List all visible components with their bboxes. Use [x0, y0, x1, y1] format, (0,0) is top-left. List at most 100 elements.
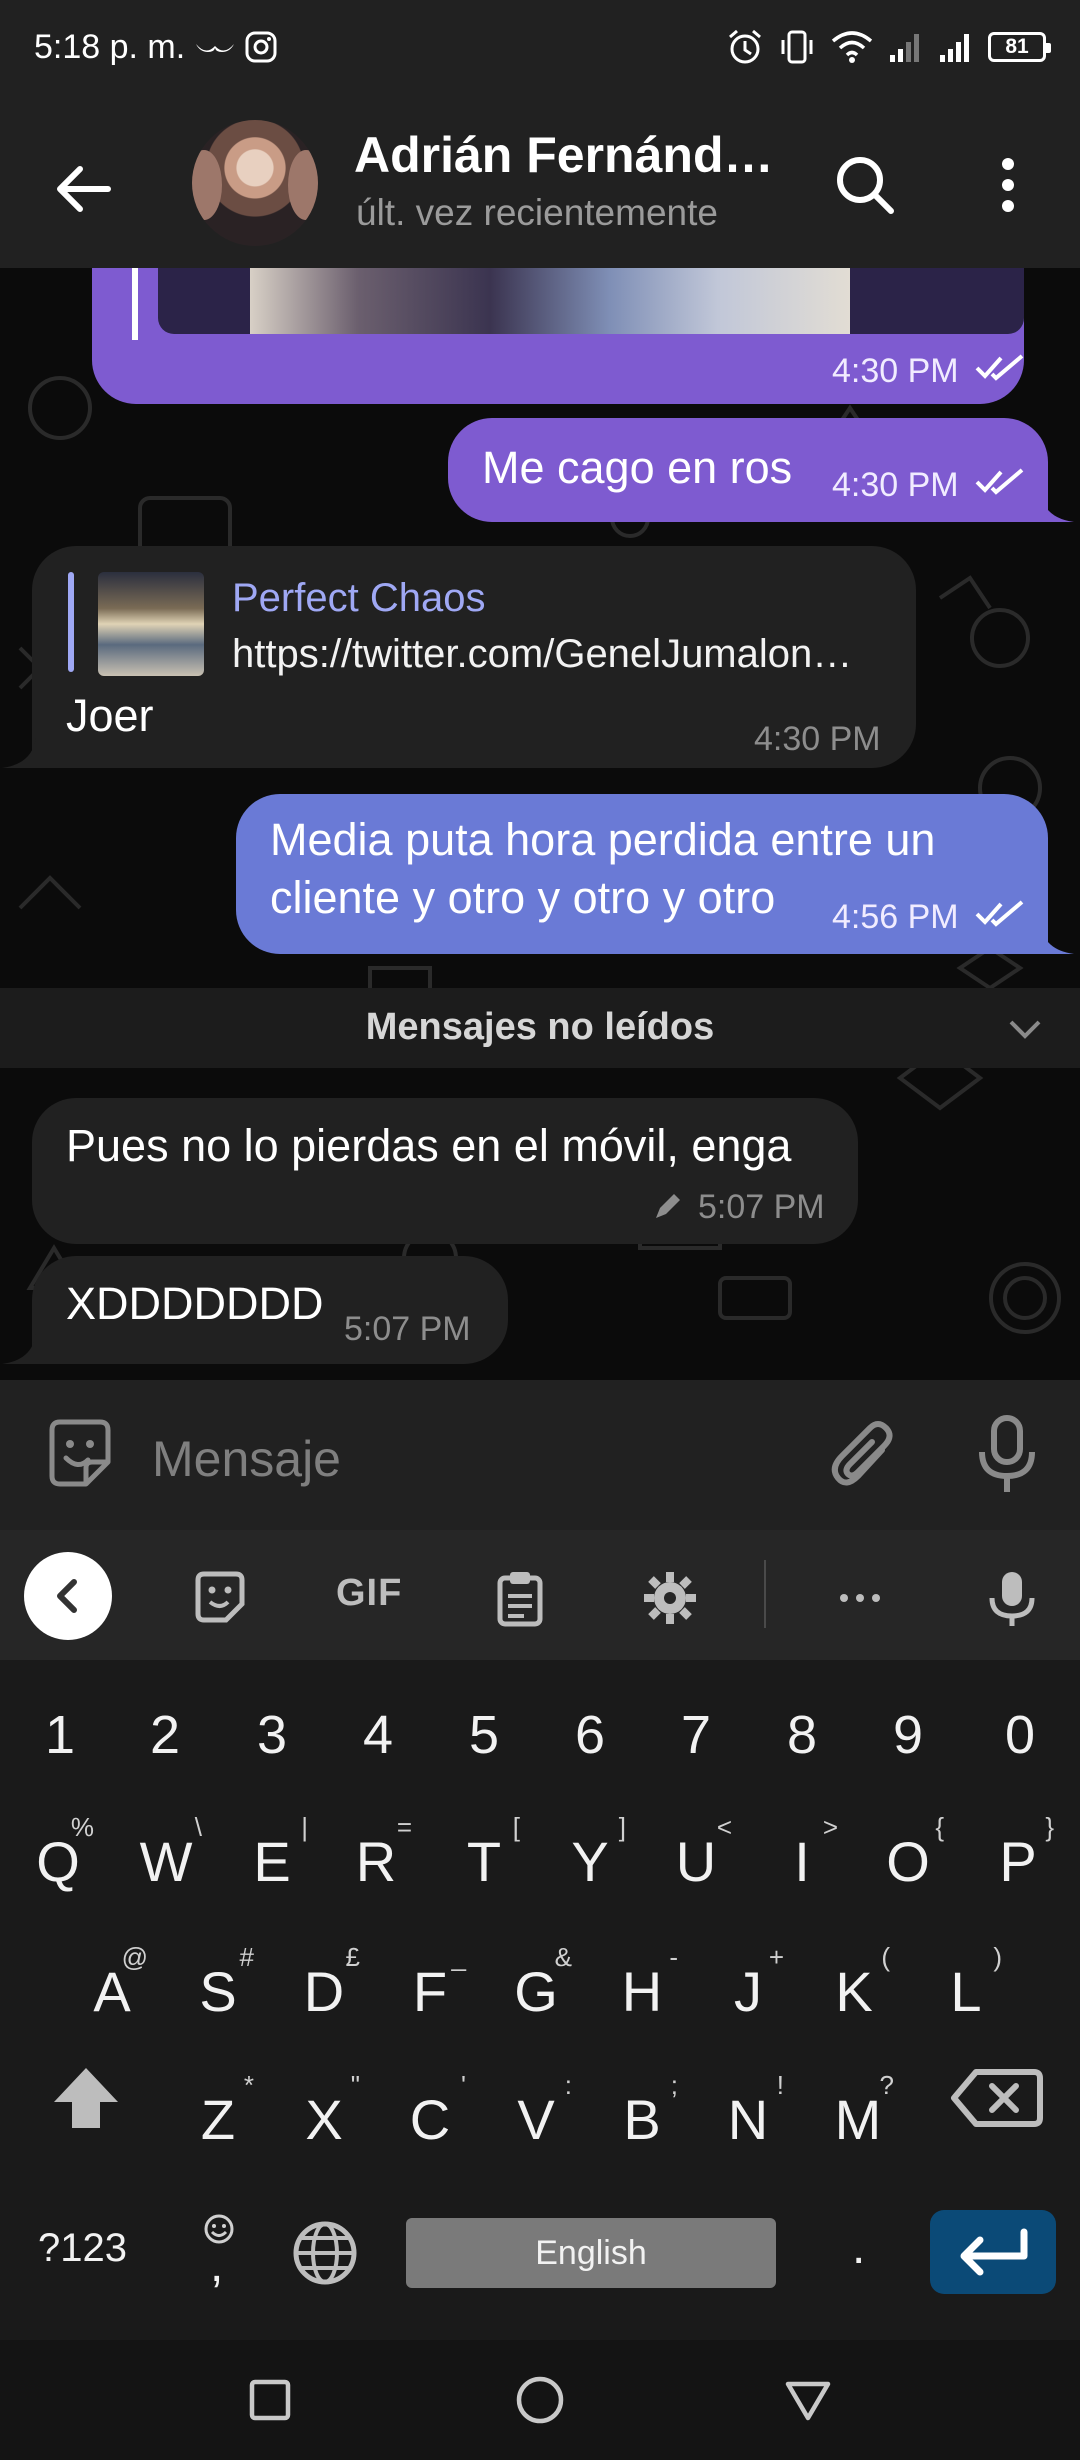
key-u[interactable]: U < — [646, 1806, 746, 1916]
key-secondary: { — [935, 1812, 944, 1842]
key-1[interactable]: 1 — [10, 1680, 110, 1790]
key-6[interactable]: 6 — [540, 1680, 640, 1790]
key-secondary: " — [350, 2070, 360, 2100]
key-2[interactable]: 2 — [115, 1680, 215, 1790]
status-bar: 5:18 p. m. 81 — [0, 0, 1080, 100]
symbols-key[interactable]: ?123 — [38, 2226, 127, 2271]
edited-pencil-icon — [656, 1194, 680, 1218]
key-secondary: ) — [993, 1942, 1002, 1972]
voice-input-icon[interactable] — [982, 1568, 1042, 1628]
message-bubble-incoming[interactable]: Perfect Chaos https://twitter.com/GenelJ… — [32, 546, 916, 768]
message-list[interactable]: 4:30 PM Me cago en ros 4:30 PM Perfect C… — [0, 268, 1080, 1380]
period-key[interactable]: . — [852, 2220, 865, 2275]
key-3[interactable]: 3 — [222, 1680, 322, 1790]
message-bubble-outgoing[interactable]: Me cago en ros 4:30 PM — [448, 418, 1048, 522]
key-n[interactable]: N! — [698, 2064, 798, 2174]
space-key[interactable]: English — [406, 2218, 776, 2288]
key-label: 1 — [44, 1705, 76, 1765]
enter-key[interactable] — [930, 2210, 1056, 2294]
key-o[interactable]: O{ — [858, 1806, 958, 1916]
key-secondary: _ — [451, 1942, 466, 1972]
key-k[interactable]: K( — [804, 1936, 904, 2046]
link-preview-bar — [68, 572, 74, 672]
signal-icon — [890, 34, 919, 62]
link-preview-thumbnail[interactable] — [98, 572, 204, 676]
back-triangle-icon[interactable] — [778, 2370, 838, 2430]
key-label: 7 — [680, 1705, 712, 1765]
key-j[interactable]: J + — [698, 1936, 798, 2046]
key-s[interactable]: S # — [168, 1936, 268, 2046]
key-p[interactable]: P} — [968, 1806, 1068, 1916]
keyboard-collapse-button[interactable] — [24, 1552, 112, 1640]
key-w[interactable]: W \ — [116, 1806, 216, 1916]
more-vert-icon[interactable] — [976, 150, 1040, 220]
key-8[interactable]: 8 — [752, 1680, 852, 1790]
backspace-icon[interactable] — [946, 2058, 1046, 2138]
key-x[interactable]: X " — [274, 2064, 374, 2174]
message-bubble-outgoing[interactable]: Media puta hora perdida entre un cliente… — [236, 794, 1048, 954]
key-label: 8 — [786, 1705, 818, 1765]
avatar[interactable] — [192, 120, 318, 246]
shift-icon[interactable] — [46, 2058, 126, 2138]
key-d[interactable]: D £ — [274, 1936, 374, 2046]
message-bubble-incoming[interactable]: XDDDDDDD 5:07 PM — [32, 1256, 508, 1364]
chat-title[interactable]: Adrián Fernánd… — [354, 126, 773, 184]
back-arrow-icon[interactable] — [48, 154, 118, 224]
chat-header: Adrián Fernánd… últ. vez recientemente — [0, 100, 1080, 268]
key-secondary: * — [243, 2070, 254, 2100]
key-label: Y — [571, 1829, 609, 1893]
more-horiz-icon[interactable] — [830, 1568, 890, 1628]
key-7[interactable]: 7 — [646, 1680, 746, 1790]
key-i[interactable]: I > — [752, 1806, 852, 1916]
attach-paperclip-icon[interactable] — [826, 1416, 902, 1496]
key-a[interactable]: A @ — [62, 1936, 162, 2046]
wifi-icon — [831, 31, 873, 63]
key-f[interactable]: F _ — [380, 1936, 480, 2046]
bubble-tail-icon — [2, 738, 36, 768]
emoji-comma-key[interactable]: , — [198, 2208, 242, 2298]
message-input[interactable]: Mensaje — [152, 1430, 341, 1488]
key-secondary: > — [822, 1812, 838, 1842]
key-secondary: [ — [512, 1812, 520, 1842]
message-bubble-incoming[interactable]: Pues no lo pierdas en el móvil, enga 5:0… — [32, 1098, 858, 1244]
instagram-icon — [245, 31, 277, 63]
gif-button[interactable]: GIF — [336, 1572, 402, 1615]
key-y[interactable]: Y] — [540, 1806, 640, 1916]
sticker-emoji-icon[interactable] — [42, 1416, 118, 1492]
key-e[interactable]: E | — [222, 1806, 322, 1916]
key-c[interactable]: C ' — [380, 2064, 480, 2174]
unread-label: Mensajes no leídos — [365, 1006, 715, 1048]
key-label: W — [139, 1829, 193, 1893]
key-t[interactable]: T[ — [434, 1806, 534, 1916]
key-0[interactable]: 0 — [970, 1680, 1070, 1790]
key-q[interactable]: Q% — [8, 1806, 108, 1916]
key-v[interactable]: V: — [486, 2064, 586, 2174]
clipboard-icon[interactable] — [490, 1568, 550, 1628]
search-icon[interactable] — [830, 150, 900, 220]
key-m[interactable]: M? — [808, 2064, 908, 2174]
key-label: G — [514, 1959, 558, 2023]
status-left-icons — [194, 30, 278, 64]
home-circle-icon[interactable] — [510, 2370, 570, 2430]
key-l[interactable]: L) — [916, 1936, 1016, 2046]
globe-language-icon[interactable] — [290, 2218, 360, 2288]
sticker-icon[interactable] — [190, 1568, 250, 1628]
key-9[interactable]: 9 — [858, 1680, 958, 1790]
settings-gear-icon[interactable] — [640, 1568, 700, 1628]
link-preview-url[interactable]: https://twitter.com/GenelJumalon… — [232, 632, 894, 677]
key-g[interactable]: G & — [486, 1936, 586, 2046]
recents-square-icon[interactable] — [240, 2370, 300, 2430]
key-secondary: = — [396, 1812, 412, 1842]
key-z[interactable]: Z * — [168, 2064, 268, 2174]
key-4[interactable]: 4 — [328, 1680, 428, 1790]
chevron-down-icon[interactable] — [1005, 1010, 1045, 1046]
microphone-icon[interactable] — [972, 1412, 1042, 1498]
key-b[interactable]: B; — [592, 2064, 692, 2174]
media-thumbnail[interactable] — [158, 268, 1024, 334]
link-preview-title[interactable]: Perfect Chaos — [232, 576, 485, 621]
message-bubble-media[interactable]: 4:30 PM — [92, 268, 1024, 404]
key-5[interactable]: 5 — [434, 1680, 534, 1790]
key-r[interactable]: R = — [326, 1806, 426, 1916]
message-text-line2: cliente y otro y otro y otro — [270, 872, 776, 923]
key-h[interactable]: H- — [592, 1936, 692, 2046]
